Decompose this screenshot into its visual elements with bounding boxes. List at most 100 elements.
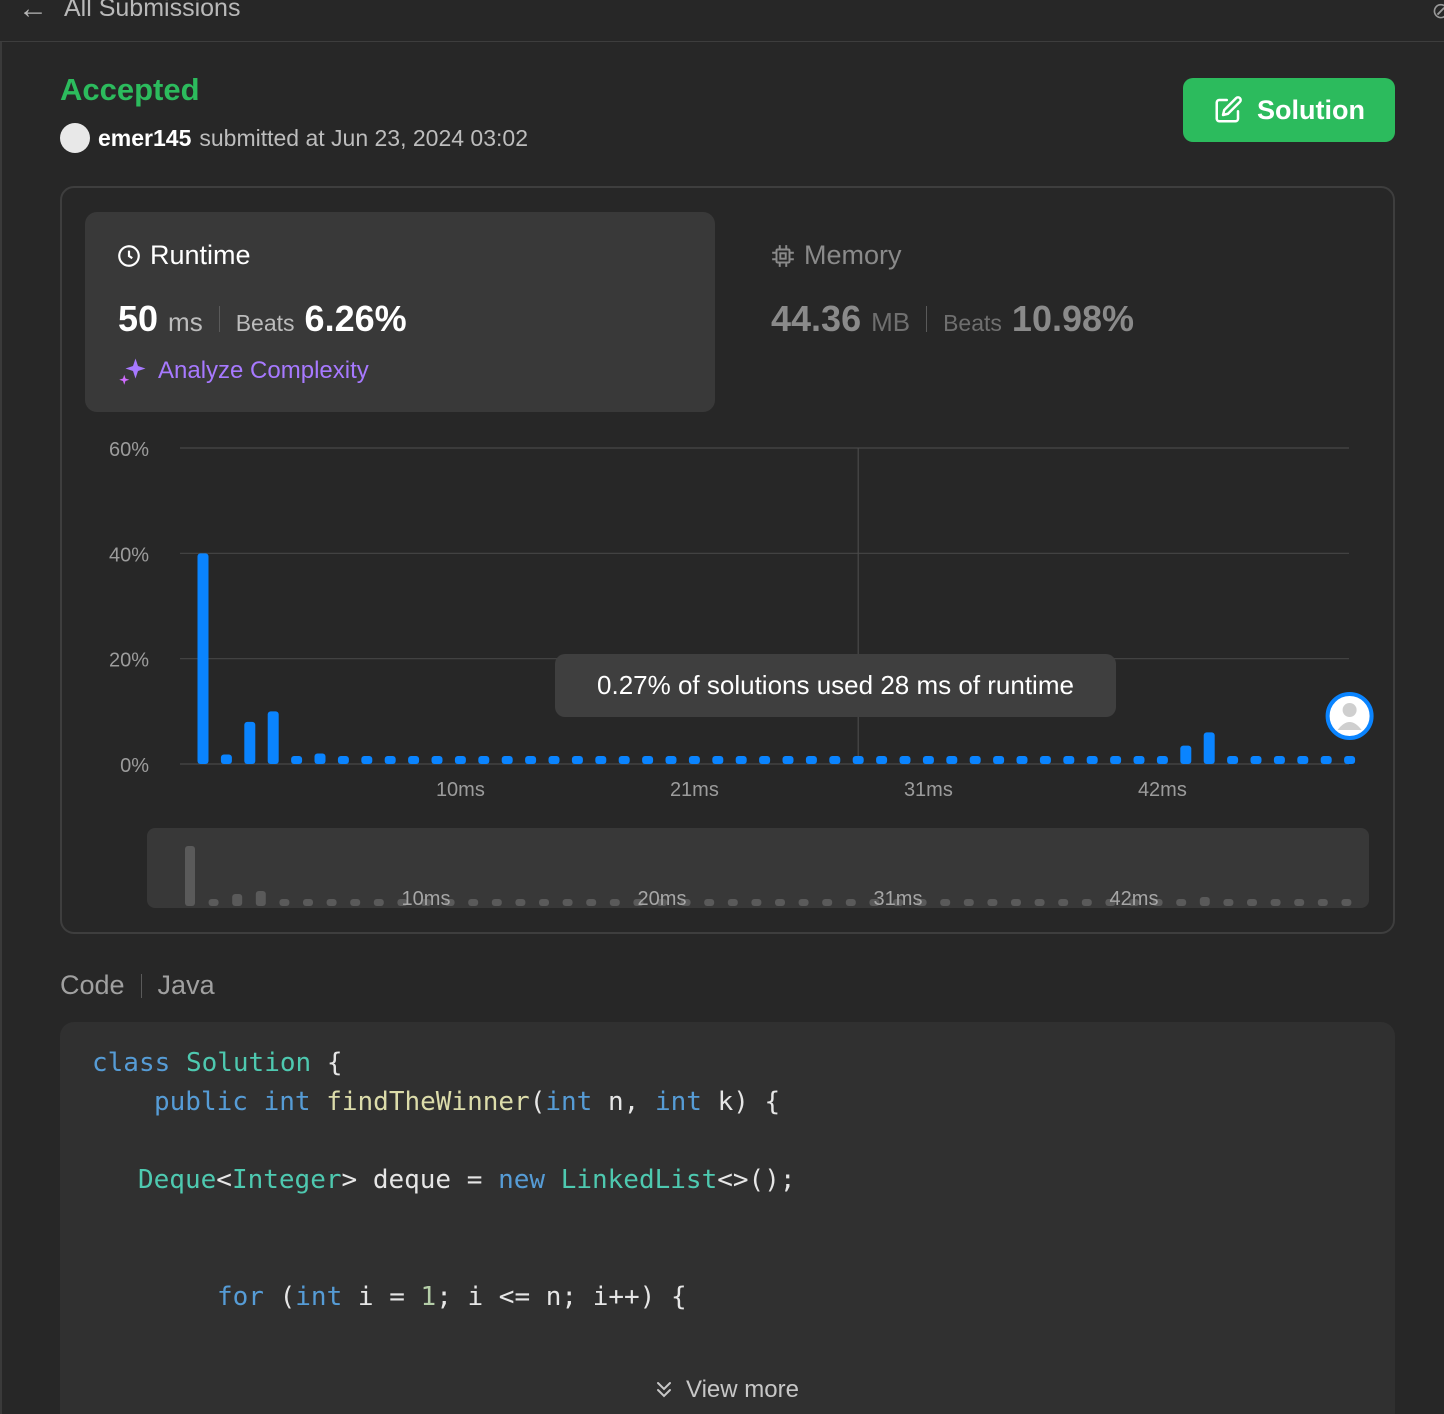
overview-bar xyxy=(798,899,809,906)
overview-bar xyxy=(1294,899,1305,906)
overview-bar xyxy=(586,899,597,906)
overview-tick-label: 31ms xyxy=(874,888,923,910)
x-tick-label: 31ms xyxy=(904,779,953,801)
chart-bar xyxy=(384,756,396,764)
overview-bar xyxy=(751,899,762,906)
chart-bar xyxy=(197,553,209,764)
overview-bar xyxy=(232,894,243,906)
chart-bar xyxy=(267,711,279,764)
chart-bar xyxy=(1110,756,1122,764)
overview-bar xyxy=(1011,899,1021,906)
y-tick-label: 60% xyxy=(109,439,149,461)
y-tick-label: 40% xyxy=(109,544,149,566)
overview-bar xyxy=(775,899,785,906)
overview-bar xyxy=(303,899,313,906)
chart-bar xyxy=(314,753,326,764)
overview-bar xyxy=(1058,899,1069,906)
overview-bar xyxy=(940,899,951,906)
user-avatar-head xyxy=(1342,703,1357,717)
chart-bar xyxy=(805,756,817,764)
overview-bar xyxy=(255,891,266,906)
chart-bar xyxy=(478,756,490,764)
overview-tick-label: 10ms xyxy=(402,888,451,910)
overview-bar xyxy=(987,899,998,906)
view-more-label: View more xyxy=(686,1376,799,1403)
overview-bar xyxy=(491,899,502,906)
chart-bar xyxy=(665,756,677,764)
y-tick-label: 0% xyxy=(120,755,149,777)
chart-bar xyxy=(525,756,537,764)
overview-bar xyxy=(1176,899,1187,906)
chart-bar xyxy=(1227,756,1239,764)
overview-bar xyxy=(1247,899,1257,906)
chart-bar xyxy=(337,756,349,764)
overview-bar xyxy=(822,899,833,906)
chart-bar xyxy=(922,756,934,764)
overview-bar xyxy=(1199,897,1210,906)
x-tick-label: 21ms xyxy=(670,779,719,801)
chart-bar xyxy=(642,756,654,764)
code-language: Java xyxy=(157,970,215,1000)
overview-bar xyxy=(1081,899,1092,906)
chart-bar xyxy=(595,756,607,764)
overview-bar xyxy=(326,899,337,906)
chart-bar xyxy=(1156,756,1168,764)
chart-bar xyxy=(1133,756,1145,764)
chart-bar xyxy=(408,756,420,764)
chart-bar xyxy=(501,756,513,764)
code-label: Code xyxy=(60,970,125,1000)
overview-bar xyxy=(1341,899,1352,906)
overview-bar xyxy=(1270,899,1281,906)
overview-bar xyxy=(562,899,573,906)
overview-bar xyxy=(468,899,479,906)
chart-bar xyxy=(1180,745,1192,764)
overview-bar xyxy=(845,899,856,906)
chart-bar xyxy=(782,756,794,764)
overview-bar xyxy=(350,899,361,906)
code-line-1: class Solution { xyxy=(92,1048,343,1078)
chart-bar xyxy=(1320,756,1332,764)
overview-tick-label: 20ms xyxy=(638,888,687,910)
overview-bar xyxy=(1034,899,1045,906)
chart-bar xyxy=(291,756,303,764)
overview-bar xyxy=(208,899,219,906)
chart-bar xyxy=(993,756,1005,764)
chart-bar xyxy=(688,756,700,764)
view-more-button[interactable]: View more xyxy=(652,1376,799,1404)
chart-bar xyxy=(1203,732,1215,764)
code-block[interactable] xyxy=(60,1022,1395,1414)
chart-bar xyxy=(361,756,373,764)
chart-bar xyxy=(618,756,630,764)
code-header: Code Java xyxy=(60,970,215,1001)
runtime-distribution-chart[interactable]: 0% 20% 40% 60% 10ms 21ms 31ms 42ms 10ms 20ms 31ms 4… xyxy=(0,0,1444,950)
overview-bar xyxy=(609,899,620,906)
chart-bar xyxy=(852,756,864,764)
chart-bar xyxy=(1344,756,1356,764)
chart-bar xyxy=(876,756,888,764)
x-tick-label: 10ms xyxy=(436,779,485,801)
chart-bar xyxy=(829,756,841,764)
overview-bar xyxy=(515,899,526,906)
chart-tooltip: 0.27% of solutions used 28 ms of runtime xyxy=(555,654,1116,717)
chart-bar xyxy=(735,756,747,764)
chart-bar xyxy=(899,756,911,764)
y-tick-label: 20% xyxy=(109,650,149,672)
chart-bar xyxy=(759,756,771,764)
x-tick-label: 42ms xyxy=(1138,779,1187,801)
code-line-4: for (int i = 1; i <= n; i++) { xyxy=(217,1282,687,1312)
overview-bar xyxy=(1317,899,1328,906)
overview-bar xyxy=(539,899,549,906)
overview-panel xyxy=(147,828,1369,908)
chart-bar xyxy=(969,756,981,764)
overview-bar xyxy=(704,899,715,906)
chart-bar xyxy=(712,756,724,764)
overview-bar xyxy=(373,899,384,906)
chart-bar xyxy=(1297,756,1309,764)
chart-bar xyxy=(454,756,466,764)
chart-bar xyxy=(244,721,256,764)
chart-bar xyxy=(946,756,958,764)
overview-bar xyxy=(963,899,974,906)
overview-bar xyxy=(727,899,738,906)
chart-bar xyxy=(431,756,443,764)
overview-bar xyxy=(279,899,290,906)
